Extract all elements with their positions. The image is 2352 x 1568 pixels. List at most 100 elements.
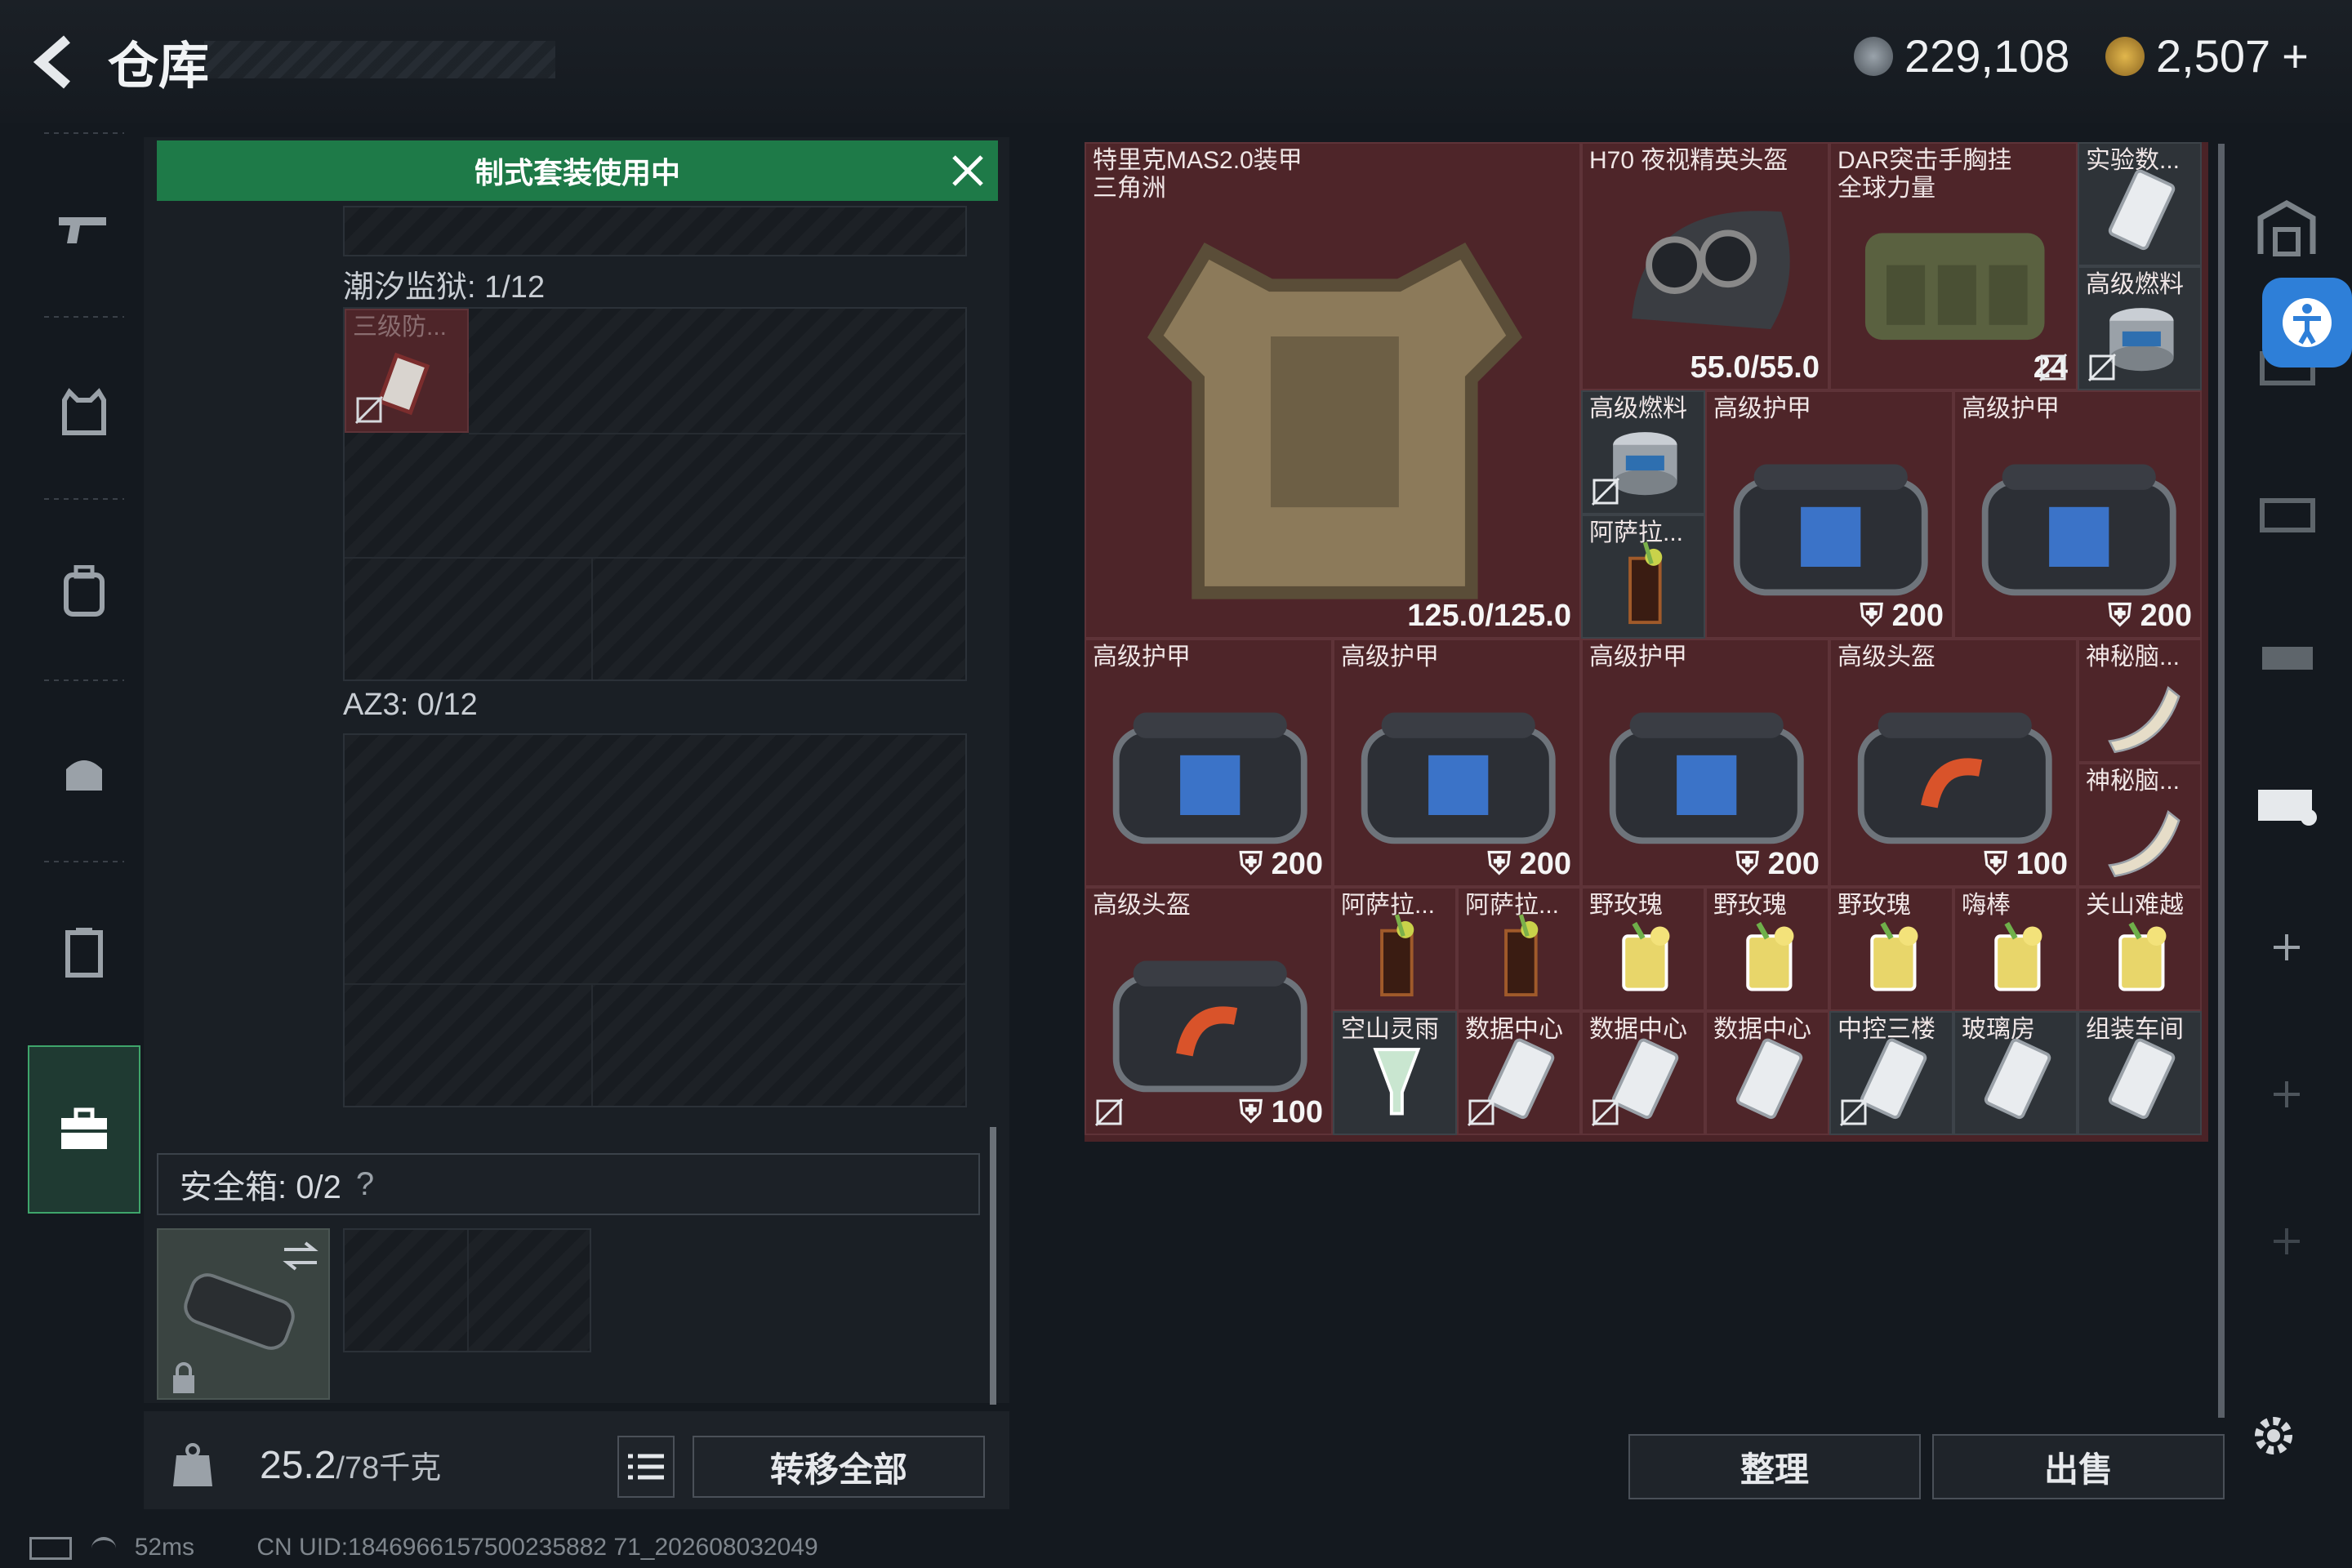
stash-item[interactable]: 野玫瑰 [1829, 887, 1953, 1011]
item-name: 数据中心 [1465, 1016, 1563, 1043]
tier-iv-case-icon [2258, 790, 2317, 826]
stash-tab-3[interactable] [2238, 588, 2336, 719]
stash-item[interactable]: 阿萨拉... [1457, 887, 1581, 1011]
stash-item[interactable]: 高级护甲 ⛨ 200 [1333, 639, 1581, 887]
cocktail-icon [1621, 921, 1670, 991]
nav-safebox[interactable] [28, 1045, 140, 1214]
item-name: 数据中心 [1589, 1016, 1687, 1043]
stash-item[interactable]: 阿萨拉... [1581, 514, 1705, 639]
add-stash-tab-1[interactable] [2238, 882, 2336, 1013]
accessibility-button[interactable] [2262, 278, 2352, 368]
durability-value: ⛨ 100 [1239, 1095, 1323, 1129]
no-drop-icon [1094, 1098, 1124, 1127]
item-name: 野玫瑰 [1589, 892, 1663, 919]
currency-primary-value: 229,108 [1904, 30, 2070, 82]
stash-item[interactable]: 高级燃料 [1581, 390, 1705, 514]
safebox-label: 安全箱: 0/2 [180, 1169, 341, 1205]
stash-item[interactable]: 神秘脑... [2078, 639, 2202, 763]
durability-value: ⛨ 200 [1735, 847, 1820, 881]
container-item[interactable]: 三级防... [345, 309, 469, 433]
container-label-1: 潮汐监狱: 1/12 [343, 270, 546, 305]
currency-secondary[interactable]: 2,507 + [2105, 29, 2309, 82]
item-name: 实验数... [2086, 147, 2180, 174]
back-icon[interactable] [24, 29, 90, 95]
keycard-icon [2108, 1038, 2175, 1119]
swap-icon[interactable] [281, 1240, 320, 1272]
stash-item[interactable]: 野玫瑰 [1705, 887, 1829, 1011]
stash-item[interactable]: 高级护甲 ⛨ 200 [1705, 390, 1953, 639]
stash-item[interactable]: 空山灵雨 [1333, 1011, 1457, 1135]
stash-item[interactable]: DAR突击手胸挂 全球力量 24 [1829, 142, 2078, 390]
stash-item[interactable]: 数据中心 [1705, 1011, 1829, 1135]
item-name: 神秘脑... [2086, 768, 2180, 795]
mystery-horn-icon [2107, 685, 2180, 753]
transfer-all-button[interactable]: 转移全部 [693, 1436, 985, 1498]
stash-item[interactable]: 野玫瑰 [1581, 887, 1705, 1011]
stash-item[interactable]: 高级护甲 ⛨ 200 [1953, 390, 2202, 639]
container-grid-2[interactable] [343, 733, 967, 1107]
nav-weapons[interactable] [28, 140, 140, 320]
stash-item[interactable]: 高级头盔 ⛨ 100 [1829, 639, 2078, 887]
stash-items: 特里克MAS2.0装甲 三角洲 125.0/125.0 H70 夜视精英头盔 55.0… [1085, 142, 2208, 1142]
settings-gear-icon[interactable] [2247, 1410, 2300, 1462]
item-value: 55.0/55.0 [1690, 350, 1820, 385]
stash-item[interactable]: 阿萨拉... [1333, 887, 1457, 1011]
item-name: 嗨棒 [1962, 892, 2011, 919]
tall-glass-icon [1373, 1047, 1420, 1116]
stash-tab-4b[interactable] [2238, 445, 2336, 576]
durability-value: ⛨ 200 [1860, 599, 1944, 633]
item-name: 阿萨拉... [1341, 892, 1436, 919]
item-name: 高级护甲 [1093, 644, 1191, 670]
stash-item[interactable]: 高级护甲 ⛨ 200 [1581, 639, 1829, 887]
stash-tab-4c-active[interactable] [2238, 735, 2336, 866]
stash-item[interactable]: 中控三楼 [1829, 1011, 1953, 1135]
stash-item[interactable]: 神秘脑... [2078, 763, 2202, 887]
nav-pouch[interactable] [28, 862, 140, 1042]
item-name: 关山难越 [2086, 892, 2184, 919]
add-currency-button[interactable]: + [2282, 29, 2309, 82]
stash-item[interactable]: 关山难越 [2078, 887, 2202, 1011]
stash-item[interactable]: 数据中心 [1581, 1011, 1705, 1135]
stash-item[interactable]: H70 夜视精英头盔 55.0/55.0 [1581, 142, 1829, 390]
storage-icon [2257, 200, 2316, 256]
list-view-button[interactable] [617, 1436, 675, 1498]
weight-icon [173, 1443, 212, 1486]
stash-item[interactable]: 高级护甲 ⛨ 200 [1085, 639, 1333, 887]
sell-button[interactable]: 出售 [1932, 1434, 2225, 1499]
stash-scrollbar[interactable] [2218, 144, 2225, 1418]
stash-item[interactable]: 数据中心 [1457, 1011, 1581, 1135]
keycard-icon [1735, 1038, 1802, 1119]
close-icon[interactable] [947, 150, 988, 191]
stash-item[interactable]: 实验数... [2078, 142, 2202, 266]
stash-tab-main[interactable] [2238, 163, 2336, 294]
cocktail-icon [1993, 921, 2042, 991]
stash-item[interactable]: 组装车间 [2078, 1011, 2202, 1135]
item-name: 高级护甲 [1962, 395, 2060, 422]
stash-item[interactable]: 玻璃房 [1953, 1011, 2078, 1135]
stash-item[interactable]: 特里克MAS2.0装甲 三角洲 125.0/125.0 [1085, 142, 1581, 639]
item-name: 高级头盔 [1838, 644, 1936, 670]
add-stash-tab-3[interactable] [2238, 1176, 2336, 1307]
pouch-icon [65, 928, 103, 978]
nav-armor[interactable] [28, 322, 140, 501]
stash-item[interactable]: 高级燃料 [2078, 266, 2202, 390]
drink-glass-icon [1503, 913, 1538, 996]
coin-icon [1854, 36, 1893, 76]
vest-icon [62, 388, 106, 435]
nav-helmet[interactable] [28, 683, 140, 862]
stash-item[interactable]: 高级头盔 ⛨ 100 [1085, 887, 1333, 1135]
no-drop-icon [1591, 1098, 1620, 1127]
sort-button[interactable]: 整理 [1628, 1434, 1921, 1499]
kit-banner: 制式套装使用中 [157, 140, 998, 201]
item-name: 高级燃料 [1589, 395, 1687, 422]
safebox-grid[interactable] [343, 1228, 591, 1352]
safebox-slot[interactable] [157, 1228, 330, 1400]
left-scrollbar[interactable] [990, 1127, 996, 1405]
stash-item[interactable]: 嗨棒 [1953, 887, 2078, 1011]
lock-icon [173, 1362, 194, 1393]
nav-backpack[interactable] [28, 501, 140, 681]
container-grid-1[interactable]: 三级防... [343, 307, 967, 681]
help-icon[interactable]: ? [356, 1166, 374, 1203]
backpack-icon [64, 565, 105, 617]
add-stash-tab-2[interactable] [2238, 1029, 2336, 1160]
